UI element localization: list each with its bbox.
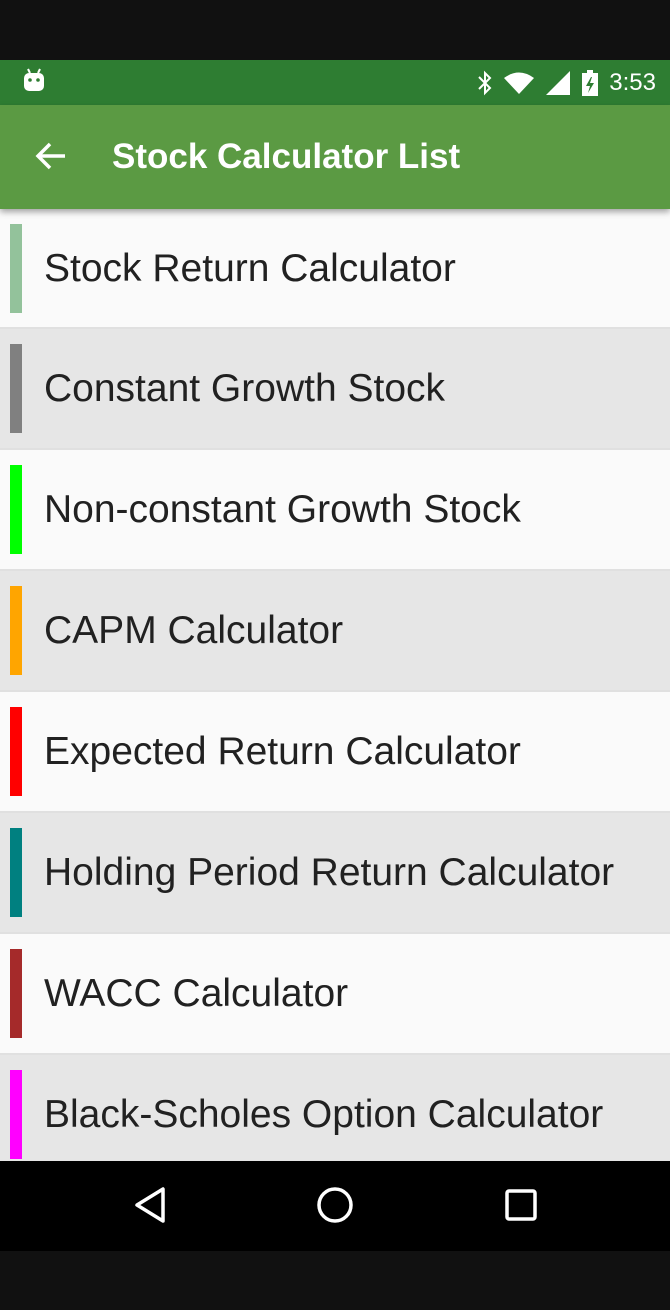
status-bar: 3:53 (0, 60, 670, 105)
back-triangle-icon (133, 1186, 167, 1229)
app-bar: Stock Calculator List (0, 105, 670, 209)
list-item-wacc[interactable]: WACC Calculator (0, 934, 670, 1055)
color-indicator (10, 586, 22, 675)
status-time: 3:53 (609, 68, 656, 96)
color-indicator (10, 1070, 22, 1159)
nav-home-button[interactable] (307, 1179, 363, 1235)
list-item-non-constant-growth[interactable]: Non-constant Growth Stock (0, 450, 670, 571)
list-item-label: Non-constant Growth Stock (44, 488, 521, 531)
list-item-constant-growth[interactable]: Constant Growth Stock (0, 329, 670, 450)
color-indicator (10, 828, 22, 917)
list-item-label: CAPM Calculator (44, 609, 344, 652)
color-indicator (10, 707, 22, 796)
page-title: Stock Calculator List (112, 137, 461, 176)
list-item-label: WACC Calculator (44, 972, 349, 1015)
list-item-label: Stock Return Calculator (44, 247, 456, 290)
top-bezel (0, 0, 670, 60)
recents-square-icon (504, 1188, 538, 1227)
bottom-bezel (0, 1251, 670, 1310)
arrow-back-icon (35, 142, 67, 175)
color-indicator (10, 344, 22, 433)
wifi-icon (503, 71, 535, 95)
nav-recents-button[interactable] (493, 1179, 549, 1235)
list-item-black-scholes[interactable]: Black-Scholes Option Calculator (0, 1055, 670, 1161)
nav-back-button[interactable] (122, 1179, 178, 1235)
home-circle-icon (316, 1186, 354, 1229)
navigation-bar (0, 1161, 670, 1251)
list-item-label: Constant Growth Stock (44, 367, 446, 410)
color-indicator (10, 224, 22, 313)
list-item-label: Black-Scholes Option Calculator (44, 1093, 604, 1136)
list-item-label: Holding Period Return Calculator (44, 851, 615, 894)
battery-charging-icon (581, 69, 599, 97)
bluetooth-icon (477, 70, 493, 96)
list-item-stock-return[interactable]: Stock Return Calculator (0, 209, 670, 329)
color-indicator (10, 949, 22, 1038)
list-item-capm[interactable]: CAPM Calculator (0, 571, 670, 692)
color-indicator (10, 465, 22, 554)
back-button[interactable] (28, 135, 74, 181)
list-item-label: Expected Return Calculator (44, 730, 521, 773)
list-item-expected-return[interactable]: Expected Return Calculator (0, 692, 670, 813)
calculator-list: Stock Return Calculator Constant Growth … (0, 209, 670, 1161)
android-icon (22, 68, 46, 94)
cell-signal-icon (545, 70, 571, 96)
list-item-holding-period-return[interactable]: Holding Period Return Calculator (0, 813, 670, 934)
